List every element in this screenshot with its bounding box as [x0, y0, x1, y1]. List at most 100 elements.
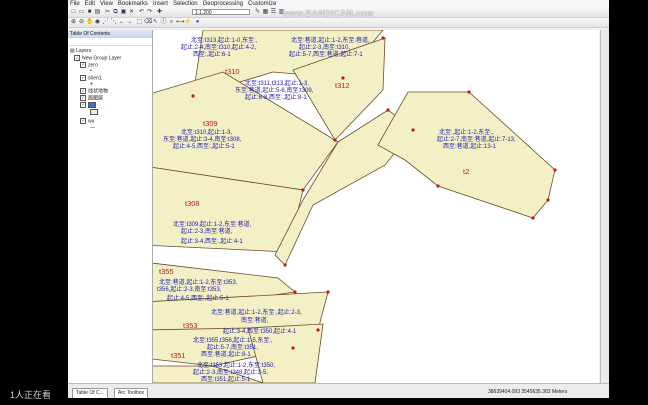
svg-text:东至:巷道,起止:3-4,南至:t308,: 东至:巷道,起止:3-4,南至:t308,	[163, 135, 242, 143]
checkbox[interactable]: ✓	[74, 55, 80, 61]
add-data-icon[interactable]: ✚	[156, 9, 163, 16]
parcel-label-t355: t355	[159, 267, 174, 276]
parcel-label-t309: t309	[203, 119, 218, 128]
tab-table-of-contents[interactable]: Table Of C...	[72, 388, 108, 398]
point-symbol: •	[90, 68, 92, 74]
checkbox[interactable]: ✓	[80, 102, 86, 108]
svg-text:起止:2-4,南至:t310,起止:4-2,: 起止:2-4,南至:t310,起止:4-2,	[181, 43, 256, 51]
svg-text:起止:2-7,南至:巷道,起止:7-13,: 起止:2-7,南至:巷道,起止:7-13,	[437, 135, 516, 143]
svg-text:起止:5-7,西至:巷道,起止:7-1: 起止:5-7,西至:巷道,起止:7-1	[289, 50, 363, 58]
select-features-icon[interactable]: ⬚	[136, 19, 143, 26]
svg-text:北至:t310,起止:1-3,: 北至:t310,起止:1-3,	[181, 128, 232, 136]
parcel-label-t312: t312	[335, 81, 350, 90]
map-canvas[interactable]: t310 t312 t309 t308 t2 t355 t353 t351 t3…	[153, 30, 599, 383]
cut-icon[interactable]: ✂	[104, 9, 111, 16]
layer-zero[interactable]: ✓ zero	[80, 62, 98, 68]
green-dot-symbol: ●	[90, 81, 94, 87]
redo-icon[interactable]: ↷	[146, 9, 153, 16]
layer-new-group[interactable]: ✓ New Group Layer	[74, 55, 121, 61]
status-bar: Table Of C... Arc Toolbox 38639404.093 3…	[68, 383, 609, 398]
delete-icon[interactable]: ✕	[128, 9, 135, 16]
toc-icon[interactable]: ☰	[270, 9, 277, 16]
tab-arc-toolbox[interactable]: Arc Toolbox	[114, 388, 149, 398]
zoom-out-icon[interactable]: ⊖	[78, 19, 85, 26]
svg-text:北至:,起止:1-2,东至:,: 北至:,起止:1-2,东至:,	[439, 128, 494, 136]
menu-bookmarks[interactable]: Bookmarks	[118, 1, 148, 7]
parcel-label-t353: t353	[183, 321, 198, 330]
svg-text:北至:巷道,起止:1-2,东至:巷道,: 北至:巷道,起止:1-2,东至:巷道,	[291, 36, 370, 44]
menu-geoprocessing[interactable]: Geoprocessing	[203, 1, 243, 7]
svg-text:西至:巷道,起止:13-1: 西至:巷道,起止:13-1	[443, 142, 497, 150]
fixed-zoom-out-icon[interactable]: ⋱	[110, 19, 117, 26]
map-scale-combo[interactable]: 1:1,200	[192, 9, 250, 16]
save-icon[interactable]: ■	[86, 9, 93, 16]
menu-edit[interactable]: Edit	[85, 1, 95, 7]
toc-toolbar	[68, 38, 152, 46]
map-vertical-scrollbar[interactable]	[600, 30, 609, 383]
coordinate-readout: 38639404.093 3545635.383 Meters	[488, 389, 568, 395]
forward-icon[interactable]: →	[126, 19, 133, 26]
parcel-t2[interactable]	[377, 91, 556, 219]
fixed-zoom-in-icon[interactable]: ⋰	[102, 19, 109, 26]
menu-view[interactable]: View	[100, 1, 113, 7]
back-icon[interactable]: ←	[118, 19, 125, 26]
svg-text:北至:t309,起止:1-2,东至:巷道,: 北至:t309,起止:1-2,东至:巷道,	[173, 220, 252, 228]
parcel-label-t308: t308	[185, 199, 200, 208]
svg-text:北至:t353,起止:1-2,东至:t350,: 北至:t353,起止:1-2,东至:t350,	[197, 361, 275, 369]
parcel-label-t2: t2	[463, 167, 469, 176]
standard-toolbar: □ ▭ ■ ▤ ✂ ⧉ ▣ ✕ ↶ ↷ ✚ 1:1,200 ✎ ▦ ☰ ▥ ww…	[68, 8, 609, 18]
clear-selection-icon[interactable]: ⌫	[144, 19, 152, 26]
layer-line-features[interactable]: ✓ 线状地物	[80, 88, 108, 94]
svg-text:西至:t351,起止:5-1: 西至:t351,起止:5-1	[201, 375, 251, 383]
svg-text:西至:,起止:6-1: 西至:,起止:6-1	[193, 50, 231, 58]
checkbox[interactable]: ✓	[80, 95, 86, 101]
svg-text:起止:5-7,南至:t351,: 起止:5-7,南至:t351,	[207, 343, 258, 351]
new-icon[interactable]: □	[70, 9, 77, 16]
tools-toolbar: ⊕ ⊖ ✋ ◉ ⋰ ⋱ ← → ⬚ ⌫ ↖ ⓘ ⌕ ⟷ ⚡ ●	[68, 18, 609, 28]
svg-text:起止:2-3,南至:巷道,: 起止:2-3,南至:巷道,	[181, 227, 233, 235]
menu-file[interactable]: File	[70, 1, 80, 7]
arcmap-window: File Edit View Bookmarks Insert Selection Geop…	[68, 0, 609, 398]
undo-icon[interactable]: ↶	[138, 9, 145, 16]
svg-text:北至:巷道,起止:1-2,东至:,起止:2-3,: 北至:巷道,起止:1-2,东至:,起止:2-3,	[211, 308, 302, 316]
parcel-label-t310: t310	[225, 67, 240, 76]
checkbox[interactable]: ✓	[80, 88, 86, 94]
print-icon[interactable]: ▤	[94, 9, 101, 16]
layers-icon: ▤	[70, 48, 75, 54]
table-icon[interactable]: ▦	[262, 9, 269, 16]
svg-text:北至:巷道,起止:1-2,东至:t353,: 北至:巷道,起止:1-2,东至:t353,	[159, 278, 238, 286]
svg-text:东至:巷道,起止:5-6,南至:t309,: 东至:巷道,起止:5-6,南至:t309,	[235, 86, 314, 94]
checkbox[interactable]: ✓	[80, 62, 86, 68]
boundary-label-b: 北至:t311,t313,起止:1-3, 东至:巷道,起止:5-6,南至:t30…	[235, 79, 314, 101]
editor-icon[interactable]: ✎	[254, 9, 261, 16]
layer-layers[interactable]: ▤ Layers	[70, 48, 91, 54]
hyperlink-icon[interactable]: ⚡	[184, 19, 191, 26]
checkbox[interactable]: ✓	[80, 118, 86, 124]
svg-text:起止:2-3,南至:t348,起止:3-5,: 起止:2-3,南至:t348,起止:3-5,	[193, 368, 268, 376]
select-elements-icon[interactable]: ↖	[152, 19, 159, 26]
paste-icon[interactable]: ▣	[120, 9, 127, 16]
open-icon[interactable]: ▭	[78, 9, 85, 16]
svg-text:起止:3-4,西至:t350,起止:4-1: 起止:3-4,西至:t350,起止:4-1	[223, 327, 297, 335]
svg-text:起止:3-4,西至:,起止:4-1: 起止:3-4,西至:,起止:4-1	[181, 237, 243, 245]
menu-selection[interactable]: Selection	[173, 1, 198, 7]
menu-insert[interactable]: Insert	[153, 1, 168, 7]
svg-text:南至:巷道,: 南至:巷道,	[241, 316, 269, 324]
menu-customize[interactable]: Customize	[248, 1, 276, 7]
layer-polygon[interactable]: ✓ 面图层	[80, 95, 103, 101]
zoom-in-icon[interactable]: ⊕	[70, 19, 77, 26]
svg-text:北至:t355,t356,起止:1-5,东至:,: 北至:t355,t356,起止:1-5,东至:,	[193, 336, 273, 344]
map-view[interactable]: t310 t312 t309 t308 t2 t355 t353 t351 t3…	[153, 30, 599, 383]
checkbox[interactable]: ✓	[80, 75, 86, 81]
parcel-label-t351: t351	[171, 351, 186, 360]
globe-icon[interactable]: ●	[194, 19, 201, 26]
full-extent-icon[interactable]: ◉	[94, 19, 101, 26]
layer-selected[interactable]: ✓	[80, 102, 96, 108]
find-icon[interactable]: ⌕	[168, 19, 175, 26]
pan-icon[interactable]: ✋	[86, 19, 93, 26]
layer-wu[interactable]: ✓ wu	[80, 118, 94, 124]
recorder-watermark: www.BANDICAM.com	[283, 9, 374, 18]
identify-icon[interactable]: ⓘ	[160, 19, 167, 26]
measure-icon[interactable]: ⟷	[176, 19, 185, 26]
copy-icon[interactable]: ⧉	[112, 9, 119, 16]
